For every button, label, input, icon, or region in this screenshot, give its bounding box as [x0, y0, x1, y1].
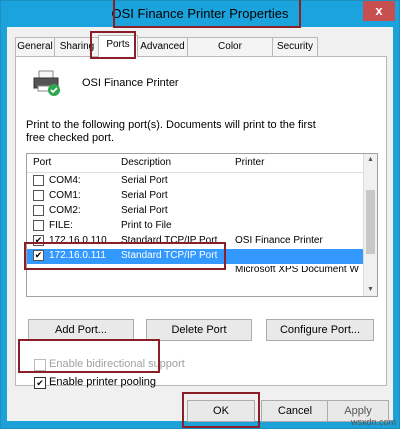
port-description: Standard TCP/IP Port	[121, 250, 218, 261]
port-row[interactable]: FILE: Print to File	[27, 219, 363, 234]
bidirectional-checkbox[interactable]	[34, 359, 46, 371]
tab-advanced[interactable]: Advanced	[137, 37, 188, 56]
port-name: 172.16.0.111	[49, 250, 106, 261]
delete-port-button[interactable]: Delete Port	[146, 319, 252, 341]
port-description: Serial Port	[121, 190, 168, 201]
port-name: COM1:	[49, 190, 81, 201]
port-name: COM4:	[49, 175, 81, 186]
port-name: COM2:	[49, 205, 81, 216]
pooling-checkbox[interactable]: ✔	[34, 377, 46, 389]
scrollbar-thumb[interactable]	[366, 190, 375, 254]
port-row[interactable]: COM4: Serial Port	[27, 174, 363, 189]
port-description: Serial Port	[121, 205, 168, 216]
window-title: OSI Finance Printer Properties	[111, 6, 289, 21]
port-row[interactable]: COM2: Serial Port	[27, 204, 363, 219]
tab-sharing[interactable]: Sharing	[54, 37, 100, 56]
configure-port-button[interactable]: Configure Port...	[266, 319, 374, 341]
printer-icon	[33, 70, 60, 96]
port-checkbox-checked[interactable]: ✔	[33, 250, 44, 261]
printer-name: OSI Finance Printer	[82, 77, 179, 89]
port-description: Print to File	[121, 220, 172, 231]
port-description: Standard TCP/IP Port	[121, 235, 218, 246]
column-description[interactable]: Description	[121, 157, 171, 168]
dialog-body: General Sharing Ports Advanced Color Man…	[7, 27, 393, 422]
port-checkbox[interactable]	[33, 175, 44, 186]
port-name: 172.16.0.110	[49, 235, 107, 246]
port-checkbox[interactable]	[33, 220, 44, 231]
scroll-up-icon[interactable]: ▲	[364, 154, 377, 166]
port-name: FILE:	[49, 220, 73, 231]
port-checkbox[interactable]	[33, 190, 44, 201]
ports-instruction: Print to the following port(s). Document…	[26, 119, 316, 144]
tab-general[interactable]: General	[15, 37, 55, 56]
add-port-button[interactable]: Add Port...	[28, 319, 134, 341]
port-list-header: Port Description Printer	[27, 154, 363, 173]
port-row-selected[interactable]: ✔ 172.16.0.111 Standard TCP/IP Port	[27, 249, 363, 264]
cancel-button[interactable]: Cancel	[261, 400, 329, 422]
title-bar[interactable]: OSI Finance Printer Properties x	[1, 1, 399, 27]
column-printer[interactable]: Printer	[235, 157, 264, 168]
ports-panel: OSI Finance Printer Print to the followi…	[15, 56, 387, 389]
port-row[interactable]: COM1: Serial Port	[27, 189, 363, 204]
port-row[interactable]: ✔ 172.16.0.110 Standard TCP/IP Port OSI …	[27, 234, 363, 249]
ok-button[interactable]: OK	[187, 400, 255, 422]
bidirectional-label: Enable bidirectional support	[49, 358, 185, 370]
tab-ports[interactable]: Ports	[98, 35, 138, 57]
tab-color-management[interactable]: Color Management	[187, 37, 273, 70]
pooling-label: Enable printer pooling	[49, 376, 157, 388]
port-printer: OSI Finance Printer	[235, 235, 323, 246]
column-port[interactable]: Port	[33, 157, 51, 168]
close-button[interactable]: x	[363, 1, 395, 21]
port-list[interactable]: Port Description Printer COM4: Serial Po…	[26, 153, 378, 297]
properties-window: OSI Finance Printer Properties x General…	[0, 0, 400, 429]
port-printer: Microsoft XPS Document W	[235, 266, 359, 274]
port-checkbox[interactable]	[33, 205, 44, 216]
tab-security[interactable]: Security	[272, 37, 318, 56]
watermark: wsxdn.com	[350, 417, 396, 427]
port-row[interactable]: Microsoft XPS Document W	[27, 266, 363, 274]
port-list-scrollbar[interactable]: ▲ ▼	[363, 154, 377, 296]
port-checkbox-checked[interactable]: ✔	[33, 235, 44, 246]
port-description: Serial Port	[121, 175, 168, 186]
scroll-down-icon[interactable]: ▼	[364, 284, 377, 296]
